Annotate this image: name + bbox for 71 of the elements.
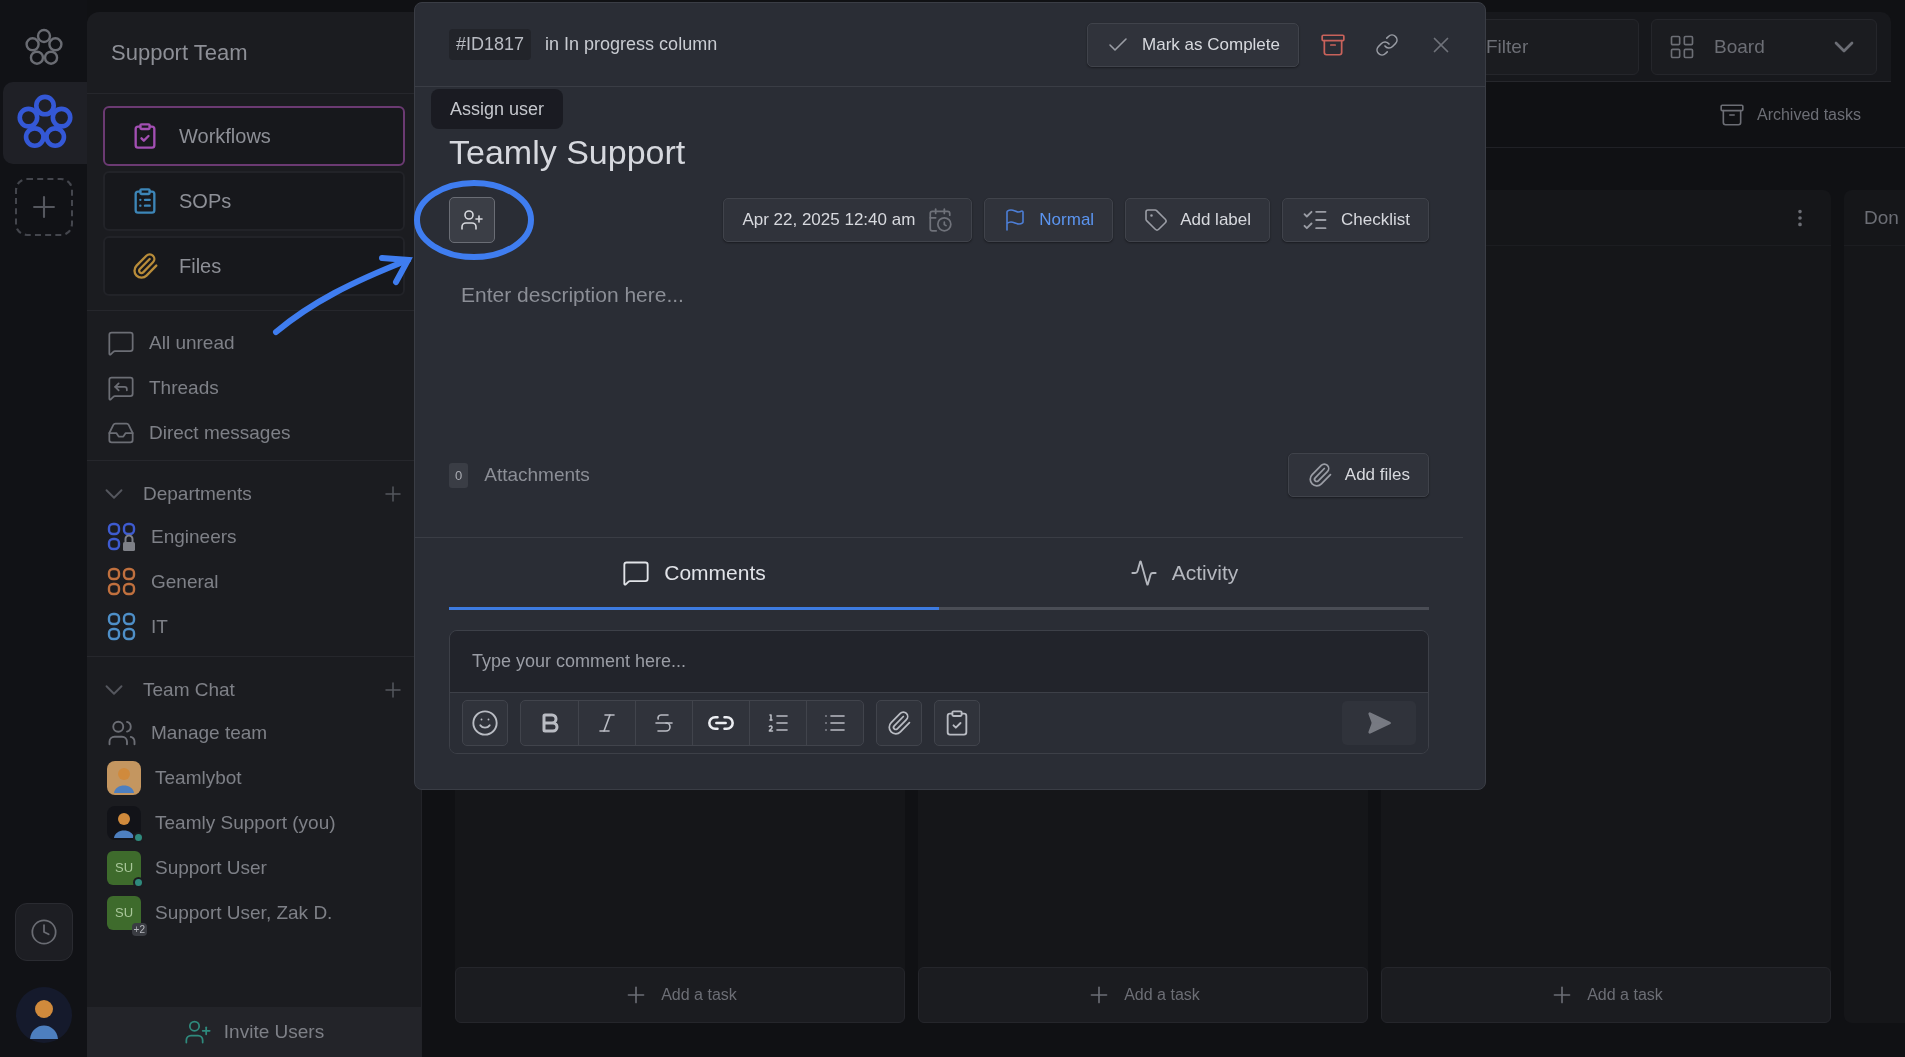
invite-users-button[interactable]: Invite Users	[87, 1007, 421, 1057]
task-title[interactable]: Teamly Support	[449, 133, 1429, 172]
nav-item[interactable]: Files	[103, 236, 405, 296]
chat-name[interactable]: Teamly Support (you)	[155, 811, 336, 834]
emoji-button[interactable]	[462, 700, 508, 746]
department-name[interactable]: Engineers	[151, 525, 237, 548]
paperclip-icon	[1306, 462, 1333, 488]
pulse-icon	[1129, 558, 1158, 587]
link-icon	[1375, 32, 1399, 57]
tooltip: Assign user	[431, 89, 564, 129]
add-workspace-button[interactable]	[14, 178, 73, 236]
workspace-tile[interactable]	[3, 82, 87, 164]
column-location: in In progress column	[545, 34, 719, 55]
add-label-button[interactable]: Add label	[1125, 198, 1271, 242]
avatar-icon	[107, 760, 141, 795]
view-dropdown[interactable]: Board	[1651, 18, 1877, 75]
strikethrough-icon	[652, 711, 676, 735]
add-task-button[interactable]: Add a task	[918, 967, 1368, 1023]
avatar: SU	[107, 850, 141, 885]
section-title: Departments	[143, 483, 253, 505]
sidebar-link[interactable]: All unread	[149, 331, 235, 354]
department-name[interactable]: IT	[151, 615, 168, 638]
archive-icon	[1718, 101, 1745, 128]
send-icon	[1366, 710, 1392, 736]
chat-name[interactable]: Support User	[155, 856, 267, 879]
tag-icon	[1144, 208, 1169, 232]
numbered-list-icon	[766, 711, 790, 735]
tab[interactable]: Comments	[449, 538, 939, 610]
clock-icon	[29, 918, 58, 946]
tab[interactable]: Activity	[939, 538, 1429, 610]
chat-name[interactable]: Support User, Zak D.	[155, 901, 333, 924]
user-plus-icon	[460, 208, 484, 232]
group-icon	[107, 521, 137, 552]
section-title: Team Chat	[143, 679, 236, 701]
comment-field[interactable]: Type your comment here...	[450, 631, 1428, 693]
archived-tasks-link[interactable]: Archived tasks	[1756, 105, 1861, 124]
attach-button[interactable]	[876, 700, 922, 746]
chat-name[interactable]: Teamlybot	[155, 766, 242, 789]
checklist-button[interactable]: Checklist	[1282, 198, 1429, 242]
add-files-button[interactable]: Add files	[1287, 453, 1429, 497]
avatar-icon	[107, 805, 141, 840]
paperclip-icon	[131, 252, 159, 280]
sidebar-link[interactable]: Threads	[149, 376, 219, 399]
group-icon	[107, 611, 137, 642]
send-button[interactable]	[1342, 701, 1416, 745]
due-date-button[interactable]: Apr 22, 2025 12:40 am	[723, 198, 973, 242]
chat-name[interactable]: Manage team	[151, 721, 268, 744]
add-user-icon	[183, 1018, 212, 1046]
department-name[interactable]: General	[151, 570, 219, 593]
group-icon	[107, 566, 137, 597]
sidebar-link[interactable]: Direct messages	[149, 421, 291, 444]
calendar-icon	[927, 207, 954, 233]
assign-user-button[interactable]	[449, 197, 495, 243]
paperclip-icon	[886, 710, 912, 736]
column-title: Don	[1864, 206, 1899, 229]
nav-item[interactable]: Workflows	[103, 106, 405, 166]
nav-item[interactable]: SOPs	[103, 171, 405, 231]
mark-complete-button[interactable]: Mark as Complete	[1087, 22, 1299, 67]
smiley-icon	[471, 709, 499, 737]
add-task-button[interactable]: Add a task	[1381, 967, 1831, 1023]
logo-icon[interactable]	[23, 28, 64, 68]
history-button[interactable]	[14, 903, 73, 961]
task-button[interactable]	[934, 700, 980, 746]
task-id: #ID1817	[449, 29, 532, 60]
add-task-button[interactable]: Add a task	[455, 967, 905, 1023]
priority-button[interactable]: Normal	[984, 198, 1114, 242]
archive-icon	[1320, 31, 1346, 58]
avatar-icon[interactable]	[15, 987, 72, 1043]
attachment-count: 0	[449, 462, 469, 488]
attachments-label: Attachments	[484, 464, 591, 486]
description-field[interactable]: Enter description here...	[449, 273, 1429, 317]
